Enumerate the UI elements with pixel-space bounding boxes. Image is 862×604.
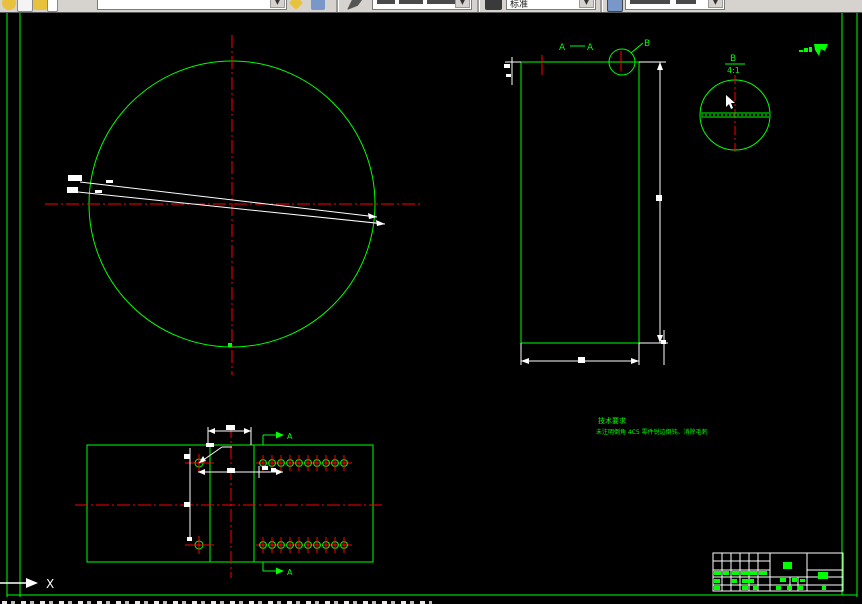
sheet-icon[interactable] xyxy=(17,0,33,12)
dim-text-blob xyxy=(227,468,235,473)
dim-text-blob xyxy=(504,64,510,68)
arrowhead xyxy=(657,62,663,70)
mouse-cursor-icon xyxy=(726,95,735,109)
cut-arrow-top-label: A xyxy=(287,432,293,441)
drawing-svg: A A B B 4:1 A A 技术要求 未注明倒角 4C5 零件锐边倒钝、消除… xyxy=(0,13,858,597)
arrowhead xyxy=(276,567,284,575)
dim-text-blob xyxy=(578,357,585,363)
dim-text-blob xyxy=(226,425,235,430)
cad-application-window: ▼ ▼ 标准 ▼ ▼ A A B B 4:1 A A 技术要求 未注明倒角 4C… xyxy=(0,0,862,604)
bottom-view-dimensions xyxy=(184,425,283,541)
technical-notes: 技术要求 未注明倒角 4C5 零件锐边倒钝、消除毛刺 xyxy=(596,416,708,436)
green-mark xyxy=(228,343,232,347)
pen-style-icon[interactable] xyxy=(347,0,365,10)
clipped-text xyxy=(427,0,455,4)
dim-tick xyxy=(106,180,113,183)
dim-text-blob xyxy=(68,175,82,181)
title-block xyxy=(712,552,844,592)
front-view-circle xyxy=(45,35,420,375)
dim-text-blob xyxy=(661,340,666,344)
box-icon[interactable] xyxy=(47,0,58,12)
notes-body: 未注明倒角 4C5 零件锐边倒钝、消除毛刺 xyxy=(596,428,708,436)
sun-layer-icon[interactable] xyxy=(2,0,16,10)
make-layer-current-icon[interactable] xyxy=(288,0,304,11)
ucs-x-label: X xyxy=(46,577,54,591)
clipped-text xyxy=(676,0,696,4)
dim-text-blob xyxy=(67,187,78,193)
cut-arrow-bottom: A xyxy=(262,562,293,577)
clipped-text xyxy=(630,0,670,4)
section-title-right: A xyxy=(587,43,594,53)
arrowhead xyxy=(376,220,385,226)
style-combo-value: 标准 xyxy=(510,0,529,10)
chevron-down-icon[interactable]: ▼ xyxy=(708,0,723,8)
bulb-icon[interactable] xyxy=(33,0,47,10)
arrowhead xyxy=(368,213,377,219)
cut-arrow-bottom-label: A xyxy=(287,568,293,577)
dim-text-blob xyxy=(184,454,190,459)
cut-arrow-top: A xyxy=(262,431,293,445)
chevron-down-icon[interactable]: ▼ xyxy=(270,0,285,8)
left-dimension xyxy=(505,57,521,85)
chevron-down-icon[interactable]: ▼ xyxy=(579,0,594,8)
layer-combo[interactable]: ▼ xyxy=(97,0,287,10)
arrowhead xyxy=(276,431,284,439)
x-axis-arrow-icon xyxy=(26,578,38,588)
table-style-icon[interactable] xyxy=(607,0,623,12)
detail-view-b: B 4:1 xyxy=(699,54,771,155)
toolbar-separator xyxy=(600,0,603,12)
section-title-left: A xyxy=(559,43,566,53)
hole-row-bottom xyxy=(256,537,352,553)
arrowhead xyxy=(521,358,529,364)
dim-text-blob xyxy=(184,502,190,507)
clipped-text xyxy=(399,0,423,4)
dim-text-blob xyxy=(187,537,192,541)
dim-text-blob xyxy=(206,443,214,447)
dim-tick xyxy=(95,190,102,193)
detail-leader-label: B xyxy=(644,39,650,49)
detail-title-label: B xyxy=(730,54,736,64)
bottom-view: A A xyxy=(75,425,385,578)
layers-icon[interactable] xyxy=(311,0,325,10)
clipped-text xyxy=(377,0,395,4)
dim-text-blob xyxy=(271,468,276,472)
notes-title: 技术要求 xyxy=(598,416,626,425)
dim-text-blob xyxy=(506,74,511,77)
arrowhead xyxy=(631,358,639,364)
toolbar-separator xyxy=(477,0,480,12)
toolbar-separator xyxy=(336,0,339,12)
detail-scale-label: 4:1 xyxy=(727,66,740,75)
linetype-combo[interactable]: ▼ xyxy=(372,0,472,10)
dim-text-blob xyxy=(262,466,268,470)
model-space-canvas[interactable]: A A B B 4:1 A A 技术要求 未注明倒角 4C5 零件锐边倒钝、消除… xyxy=(0,13,862,597)
command-line[interactable] xyxy=(0,597,862,604)
section-view-a-a: A A B xyxy=(504,39,668,365)
hole-row-top xyxy=(256,455,352,471)
view-flag-icon[interactable] xyxy=(814,44,828,56)
dim-text-blob xyxy=(656,195,662,201)
dimstyle-combo[interactable]: ▼ xyxy=(625,0,725,10)
style-combo[interactable]: 标准 ▼ xyxy=(506,0,596,10)
text-style-icon[interactable] xyxy=(485,0,502,10)
chevron-down-icon[interactable]: ▼ xyxy=(455,0,470,8)
toolbar: ▼ ▼ 标准 ▼ ▼ xyxy=(0,0,862,13)
ucs-icon: X xyxy=(0,577,54,591)
nav-mini-icons[interactable] xyxy=(799,44,828,56)
height-dimension xyxy=(639,61,668,365)
